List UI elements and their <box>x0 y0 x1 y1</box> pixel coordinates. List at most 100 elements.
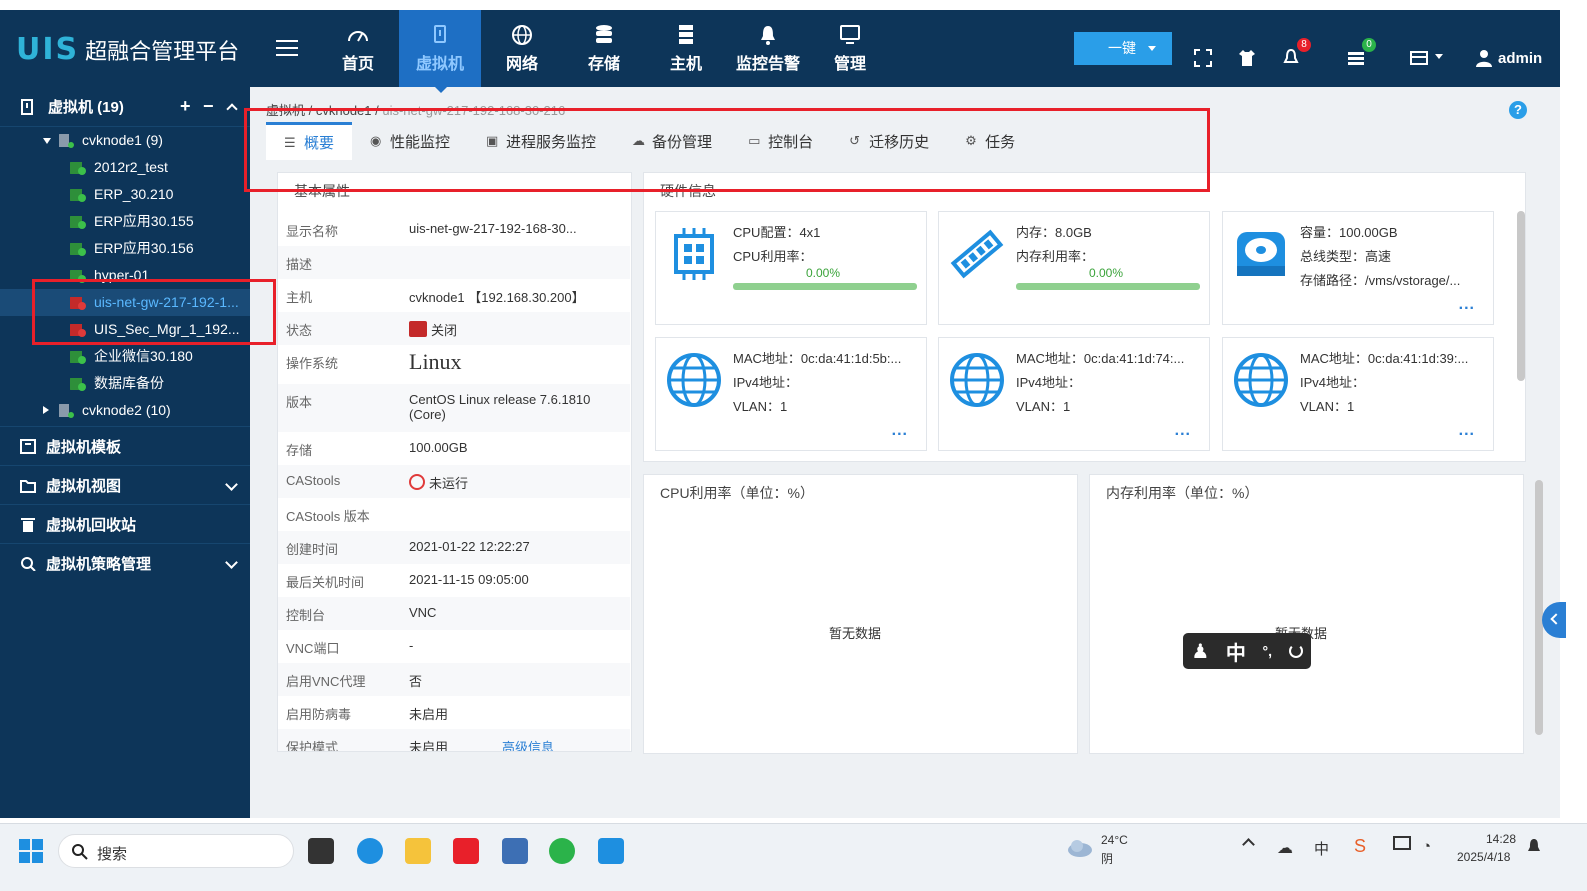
property-value: VNC <box>409 605 437 620</box>
file-explorer-icon[interactable] <box>405 838 431 864</box>
edge-browser-icon[interactable] <box>357 838 383 864</box>
clock-date[interactable]: 2025/4/18 <box>1457 850 1510 864</box>
sidebar-item-label: 虚拟机模板 <box>46 438 122 456</box>
vm-tree-header[interactable]: 虚拟机 (19) + − <box>0 87 250 127</box>
nic-vlan: VLAN：1 <box>733 399 788 414</box>
tree-node-cvknode2[interactable]: cvknode2 (10) <box>0 397 250 424</box>
expand-caret-icon[interactable] <box>43 138 51 144</box>
nic-mac: MAC地址：0c:da:41:1d:5b:... <box>733 351 902 366</box>
shirt-icon[interactable] <box>1237 48 1257 68</box>
nav-vm[interactable]: 虚拟机 <box>399 10 481 93</box>
user-icon[interactable] <box>1474 48 1494 68</box>
sidebar-item-vm-policy[interactable]: 虚拟机策略管理 <box>0 543 250 582</box>
disk-card[interactable]: 容量：100.00GB 总线类型：高速 存储路径：/vms/vstorage/.… <box>1222 211 1494 325</box>
hardware-scrollbar[interactable] <box>1517 211 1525 381</box>
nav-host-label: 主机 <box>669 56 702 73</box>
advanced-info-link[interactable]: 高级信息 <box>502 737 554 751</box>
expand-caret-icon[interactable] <box>43 406 49 414</box>
more-icon[interactable]: ... <box>1459 422 1475 440</box>
more-icon[interactable]: ... <box>1175 422 1191 440</box>
notification-bell-icon[interactable]: 8 <box>1281 38 1311 68</box>
more-icon[interactable]: ... <box>892 422 908 440</box>
user-name[interactable]: admin <box>1498 50 1542 67</box>
clock-time[interactable]: 14:28 <box>1486 832 1516 846</box>
remote-desktop-icon[interactable] <box>502 838 528 864</box>
taskbar-search[interactable]: 搜索 <box>58 834 294 868</box>
fullscreen-icon[interactable] <box>1193 48 1213 68</box>
property-key: 主机 <box>286 290 313 305</box>
chevron-down-icon[interactable] <box>225 478 238 491</box>
vm-tree-item[interactable]: 2012r2_test <box>0 154 250 181</box>
wechat-icon[interactable] <box>549 838 575 864</box>
add-vm-icon[interactable]: + <box>180 96 191 117</box>
property-row: 控制台 VNC <box>278 597 630 630</box>
vm-group-icon <box>21 98 33 115</box>
menu-toggle-icon[interactable] <box>276 40 298 56</box>
nav-alarm[interactable]: 监控告警 <box>727 10 809 87</box>
weather-desc[interactable]: 阴 <box>1101 850 1113 867</box>
nic-card[interactable]: MAC地址：0c:da:41:1d:74:... IPv4地址： VLAN：1... <box>938 337 1210 451</box>
feishu-icon[interactable] <box>598 838 624 864</box>
nav-manage[interactable]: 管理 <box>809 10 891 87</box>
vm-tree-item[interactable]: ERP应用30.156 <box>0 235 250 262</box>
remove-vm-icon[interactable]: − <box>203 96 214 117</box>
vm-tree-item[interactable]: ERP应用30.155 <box>0 208 250 235</box>
nav-storage[interactable]: 存储 <box>563 10 645 87</box>
memory-card[interactable]: 内存：8.0GB 内存利用率： 0.00% <box>938 211 1210 325</box>
vm-tree-label: ERP_30.210 <box>94 186 174 202</box>
cpu-card[interactable]: CPU配置：4x1 CPU利用率： 0.00% <box>655 211 927 325</box>
memory-size: 内存：8.0GB <box>1016 225 1092 240</box>
nic-card[interactable]: MAC地址：0c:da:41:1d:5b:... IPv4地址： VLAN：1... <box>655 337 927 451</box>
input-lang[interactable]: 中 <box>1314 838 1329 859</box>
ime-punctuation-icon[interactable]: °, <box>1263 643 1273 659</box>
page-scrollbar[interactable] <box>1535 480 1543 735</box>
cloud-sync-icon[interactable]: ☁ <box>1277 838 1293 858</box>
nav-alarm-label: 监控告警 <box>735 56 800 73</box>
notification-bell-svg <box>1283 48 1299 63</box>
chevron-left-icon <box>1550 613 1562 625</box>
cpu-usage-bar <box>733 283 917 290</box>
collapse-icon[interactable] <box>226 103 238 115</box>
vm-running-icon <box>70 216 86 229</box>
network-display-icon[interactable] <box>1393 836 1411 850</box>
vm-tree-label: ERP应用30.156 <box>94 240 194 256</box>
chevron-down-icon[interactable] <box>225 556 238 569</box>
nav-network[interactable]: 网络 <box>481 10 563 87</box>
vm-tree-item[interactable]: ERP_30.210 <box>0 181 250 208</box>
ime-toolbar[interactable]: ♟ 中 °, <box>1183 633 1311 669</box>
task-view-icon[interactable] <box>308 838 334 864</box>
more-icon[interactable]: ... <box>1459 296 1475 314</box>
sidebar-item-vm-view[interactable]: 虚拟机视图 <box>0 465 250 504</box>
weather-temp[interactable]: 24°C <box>1101 833 1128 847</box>
nav-home[interactable]: 首页 <box>317 10 399 87</box>
tree-node-cvknode1[interactable]: cvknode1 (9) <box>0 127 250 154</box>
sogou-ime-icon[interactable]: S <box>1354 836 1366 857</box>
notification-center-icon[interactable] <box>1526 838 1542 856</box>
onekey-button[interactable]: 一键 <box>1074 32 1172 65</box>
property-row: 操作系统 Linux <box>278 345 630 384</box>
nic-card[interactable]: MAC地址：0c:da:41:1d:39:... IPv4地址： VLAN：1... <box>1222 337 1494 451</box>
nav-host[interactable]: 主机 <box>645 10 727 87</box>
help-icon[interactable]: ? <box>1509 101 1527 119</box>
sidebar-item-vm-recycle[interactable]: 虚拟机回收站 <box>0 504 250 543</box>
task-list-icon[interactable]: 0 <box>1346 38 1376 68</box>
wps-icon[interactable] <box>453 838 479 864</box>
property-key: 描述 <box>286 257 313 272</box>
property-row: VNC端口 - <box>278 630 630 663</box>
app-logo: UIS 超融合管理平台 <box>16 32 239 67</box>
tray-expand-icon[interactable] <box>1242 838 1255 851</box>
sidebar-item-vm-template[interactable]: 虚拟机模板 <box>0 426 250 465</box>
screen-menu-icon[interactable] <box>1410 48 1446 68</box>
sidebar-item-label: 虚拟机视图 <box>46 477 122 495</box>
property-value: 未启用 <box>409 707 449 722</box>
vm-tree-item[interactable]: 企业微信30.180 <box>0 343 250 370</box>
windows-start-icon[interactable] <box>18 838 44 864</box>
tree-node-label: cvknode1 (9) <box>82 132 163 148</box>
speaker-icon[interactable]: ◔ <box>1422 838 1431 855</box>
vm-tree-item[interactable]: 数据库备份 <box>0 370 250 397</box>
property-row: 启用防病毒 未启用 <box>278 696 630 729</box>
ime-mode[interactable]: 中 <box>1226 637 1246 666</box>
memory-stick-icon <box>950 229 1004 279</box>
ime-skin-icon[interactable]: ♟ <box>1191 639 1209 664</box>
nic-ipv4: IPv4地址： <box>1300 375 1366 390</box>
